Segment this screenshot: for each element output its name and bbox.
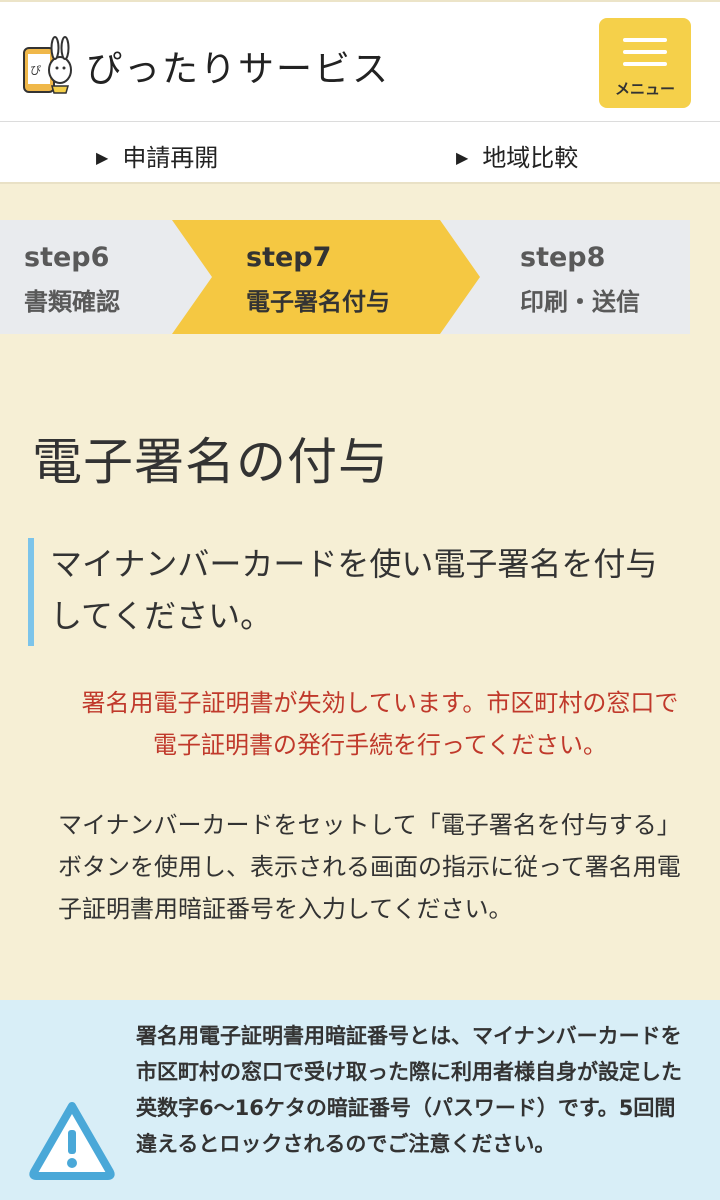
warning-icon: [29, 1102, 115, 1180]
triangle-right-icon: ▶: [96, 148, 109, 167]
page-title: 電子署名の付与: [32, 433, 389, 491]
menu-button[interactable]: メニュー: [599, 18, 691, 108]
error-message: 署名用電子証明書が失効しています。市区町村の窓口で電子証明書の発行手続を行ってく…: [81, 689, 679, 759]
subnav-resume-link[interactable]: ▶ 申請再開: [96, 138, 218, 173]
notice-text: 署名用電子証明書用暗証番号とは、マイナンバーカードを市区町村の窓口で受け取った際…: [136, 1024, 682, 1156]
subnav-label: 申請再開: [122, 144, 219, 172]
sub-navigation: ▶ 申請再開 ▶ 地域比較: [0, 122, 720, 184]
step-number: step6: [24, 242, 110, 273]
subnav-compare-link[interactable]: ▶ 地域比較: [456, 138, 578, 173]
subnav-label: 地域比較: [482, 144, 579, 172]
step-name: 印刷・送信: [520, 288, 640, 316]
instruction-text: マイナンバーカードをセットして「電子署名を付与する」ボタンを使用し、表示される画…: [58, 811, 681, 923]
hamburger-icon-bar: [623, 50, 667, 54]
rabbit-phone-logo-icon[interactable]: ぴ: [22, 36, 76, 94]
hamburger-icon-bar: [623, 62, 667, 66]
step-name: 書類確認: [24, 288, 120, 316]
hamburger-icon: [623, 38, 667, 42]
step-name: 電子署名付与: [246, 288, 390, 316]
menu-label: メニュー: [614, 80, 675, 98]
svg-text:ぴ: ぴ: [30, 64, 41, 77]
app-header: ぴ ぴったりサービス メニュー: [0, 0, 720, 122]
lead-callout: マイナンバーカードを使い電子署名を付与してください。: [28, 538, 688, 646]
brand-title[interactable]: ぴったりサービス: [86, 40, 390, 92]
step-number: step7: [246, 242, 332, 273]
step-number: step8: [520, 242, 606, 273]
lead-text: マイナンバーカードを使い電子署名を付与してください。: [50, 545, 658, 635]
step-progress: step6 書類確認 step7 電子署名付与 step8 印刷・送信: [0, 220, 690, 334]
pin-notice-box: 署名用電子証明書用暗証番号とは、マイナンバーカードを市区町村の窓口で受け取った際…: [0, 1000, 720, 1200]
triangle-right-icon: ▶: [456, 148, 469, 167]
